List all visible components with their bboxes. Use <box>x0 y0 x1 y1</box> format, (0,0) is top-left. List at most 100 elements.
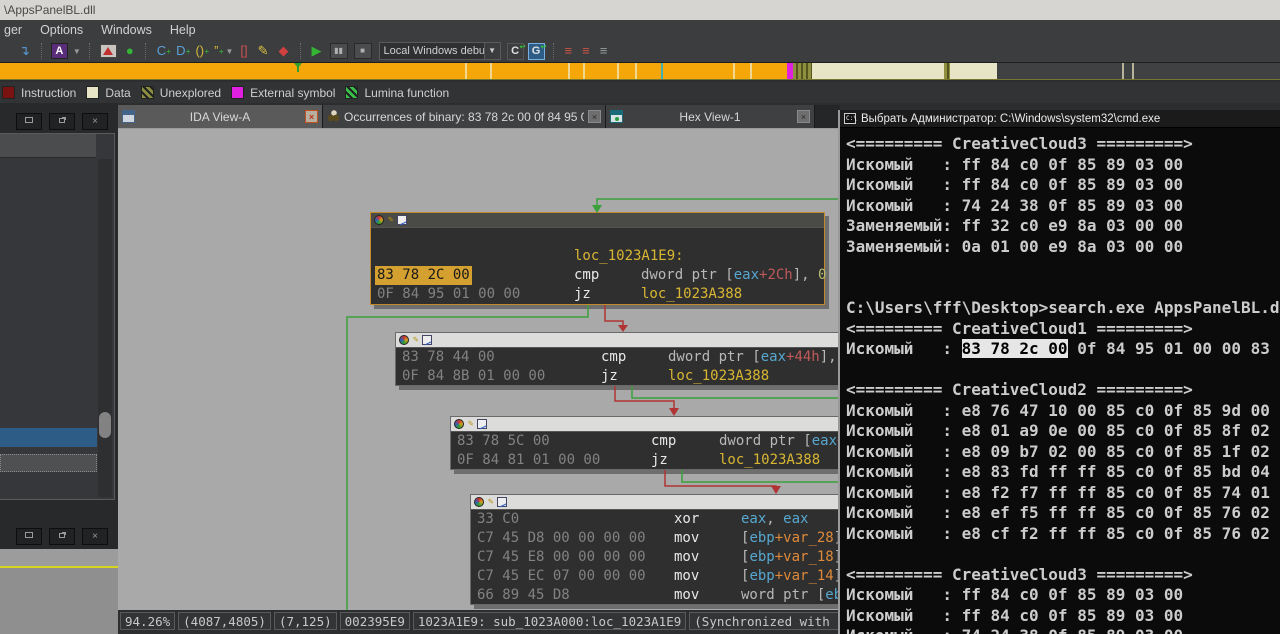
operand-part: loc_1023A388 <box>719 452 821 468</box>
node-xor-movs[interactable]: ✎ 33 C0 xor eax, eax C7 45 D8 00 00 00 00 mov… <box>470 494 840 605</box>
block-header[interactable]: ✎ <box>396 333 840 348</box>
navband-line-1 <box>490 63 492 79</box>
create-string-icon[interactable]: ” + <box>214 41 223 61</box>
navigation-band[interactable] <box>0 62 1280 80</box>
dock1-close-icon[interactable]: × <box>82 113 108 130</box>
legend-label: Data <box>105 85 131 100</box>
cmd-text: Искомый : e8 cf f2 ff ff 85 c0 0f 85 76 … <box>846 523 1280 543</box>
chart-icon[interactable] <box>497 497 508 507</box>
navband-line-10 <box>1132 63 1134 79</box>
cmd-line <box>846 278 1280 299</box>
edit-pencil-icon[interactable]: ✎ <box>413 335 418 345</box>
stop-debugger-icon[interactable]: ■ <box>353 43 372 59</box>
navband-line-2 <box>568 63 570 79</box>
attach-c-icon[interactable]: C <box>506 40 526 60</box>
tab-hex-view-1[interactable]: Hex View-1 × <box>606 105 815 128</box>
tab-occurrences-of-binary-83[interactable]: Occurrences of binary: 83 78 2c 00 0f 84… <box>323 105 606 128</box>
cmd-text: 0f 84 95 01 00 00 83 78 <box>1067 339 1280 358</box>
menu-item-windows[interactable]: Windows <box>97 20 166 40</box>
dock2-restore-icon[interactable] <box>16 528 42 545</box>
list-gray-icon[interactable]: ≡ <box>600 41 608 61</box>
text-color-dropdown-icon[interactable]: ▼ <box>73 47 81 56</box>
chart-icon[interactable] <box>477 419 488 429</box>
block-header[interactable]: ✎ <box>451 417 840 432</box>
operands: [ebp+var_14], 7 <box>741 567 840 586</box>
dock1-restore-icon[interactable] <box>16 113 42 130</box>
graph-view[interactable]: ✎ loc_1023A1E9: 83 78 2C 00 cmp dword ptr [e… <box>118 129 840 610</box>
tab-close-icon[interactable]: × <box>797 110 810 123</box>
jump-arrow-icon[interactable]: ↴ <box>19 41 30 61</box>
tab-close-icon[interactable]: × <box>588 110 601 123</box>
cmd-text: Искомый : ff 84 c0 0f 85 89 03 00 <box>846 585 1184 604</box>
color-wheel-icon[interactable] <box>374 215 384 225</box>
menu-item-options[interactable]: Options <box>36 20 97 40</box>
edit-pencil-icon[interactable]: ✎ <box>468 419 473 429</box>
cmd-line: Искомый : ff 84 c0 0f 85 89 03 00 <box>846 175 1280 196</box>
attach-g-icon[interactable]: G <box>527 40 547 60</box>
block-header[interactable]: ✎ <box>471 495 840 510</box>
debugger-select-arrow-icon[interactable]: ▼ <box>483 43 500 59</box>
legend-swatch-0 <box>2 86 15 99</box>
cmd-window[interactable]: C:\ Выбрать Администратор: C:\Windows\sy… <box>838 110 1280 634</box>
legend-label: Lumina function <box>364 85 450 100</box>
operand-part: dword ptr [ <box>641 267 734 283</box>
color-wheel-icon[interactable] <box>399 335 409 345</box>
create-struct-icon[interactable]: () + <box>195 41 209 61</box>
color-wheel-icon[interactable] <box>454 419 464 429</box>
dock-scrollbar-thumb[interactable] <box>99 412 111 438</box>
string-dropdown-icon[interactable]: ▼ <box>225 47 233 56</box>
edit-pencil-icon[interactable]: ✎ <box>258 41 269 61</box>
tab-ida-view-a[interactable]: IDA View-A × <box>118 105 323 128</box>
tab-close-icon[interactable]: × <box>305 110 318 123</box>
navband-line-9 <box>1122 63 1124 79</box>
dock2-close-icon[interactable]: × <box>82 528 108 545</box>
create-data-icon[interactable]: D + <box>176 41 190 61</box>
dock-hatched-row[interactable] <box>0 454 97 472</box>
instruction-bytes: 83 78 44 00 <box>402 349 495 365</box>
menu-item-help[interactable]: Help <box>166 20 210 40</box>
block-code-row: 33 C0 xor eax, eax <box>471 510 840 529</box>
menu-item-debugger[interactable]: ger <box>0 20 36 40</box>
list-red2-icon[interactable]: ≡ <box>582 41 590 61</box>
dock-selected-row[interactable] <box>0 428 97 447</box>
edit-pencil-icon[interactable]: ✎ <box>388 215 393 225</box>
edit-pencil-icon[interactable]: ✎ <box>488 497 493 507</box>
toolbar-separator <box>88 43 90 59</box>
navband-line-4 <box>617 63 619 79</box>
cmd-line: Заменяемый: ff 32 c0 e9 8a 03 00 00 <box>846 216 1280 237</box>
graph-edge-b2-false-red <box>614 386 679 416</box>
color-wheel-icon[interactable] <box>474 497 484 507</box>
node-cmp-5ch[interactable]: ✎83 78 5C 00cmpdword ptr [eax+5Ch], 00F … <box>450 416 840 470</box>
cmd-line <box>846 544 1280 565</box>
cmd-text: <========= CreativeCloud1 =========> <box>846 318 1193 338</box>
chart-icon[interactable] <box>397 215 408 225</box>
operands: dword ptr [eax+5Ch], 0 <box>719 432 840 451</box>
legend-label: Instruction <box>21 85 77 100</box>
dock2-float-icon[interactable] <box>49 528 75 545</box>
chart-icon[interactable] <box>422 335 433 345</box>
create-code-icon[interactable]: C + <box>157 41 171 61</box>
navband-line-6 <box>661 63 663 79</box>
breakpoint-diamond-icon[interactable]: ◆ <box>279 41 289 61</box>
dock1-float-icon[interactable] <box>49 113 75 130</box>
image-icon[interactable] <box>99 44 117 58</box>
record-icon[interactable]: ● <box>126 41 134 61</box>
block-header[interactable]: ✎ <box>371 213 824 228</box>
view-tabs: IDA View-A × Occurrences of binary: 83 78 … <box>118 105 840 129</box>
cmd-output[interactable]: <========= CreativeCloud3 =========> Иско… <box>840 128 1280 634</box>
array-brackets-icon[interactable]: [] <box>240 41 247 61</box>
text-color-icon[interactable]: A <box>50 43 68 59</box>
debugger-select[interactable]: Local Windows debugger▼ <box>378 42 501 60</box>
cmd-title-bar[interactable]: C:\ Выбрать Администратор: C:\Windows\sy… <box>840 110 1280 128</box>
dock2-buttons: × <box>16 528 112 546</box>
operand-part: dword ptr [ <box>719 433 812 449</box>
window-title-bar[interactable]: \AppsPanelBL.dll <box>0 0 1280 20</box>
start-debugger-icon[interactable]: ▶ <box>312 41 322 61</box>
node-loc_1023A1E9[interactable]: ✎ loc_1023A1E9: 83 78 2C 00 cmp dword ptr [e… <box>370 212 826 305</box>
view-window-icon <box>610 110 623 123</box>
pause-debugger-icon[interactable]: ▮▮ <box>329 43 348 59</box>
list-red-icon[interactable]: ≡ <box>565 41 573 61</box>
dock-scrollbar[interactable] <box>98 159 112 497</box>
operands: loc_1023A388 <box>641 285 742 304</box>
node-cmp-44h[interactable]: ✎83 78 44 00cmpdword ptr [eax+44h], 00F … <box>395 332 840 386</box>
